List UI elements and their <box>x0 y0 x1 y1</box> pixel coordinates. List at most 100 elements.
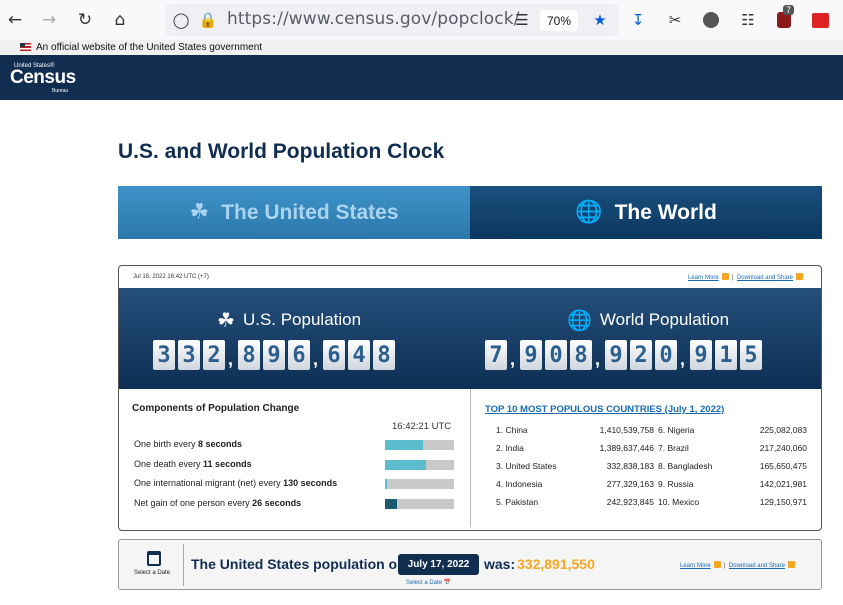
tab-united-states[interactable]: ☘ The United States <box>118 186 470 239</box>
country-population: 1,389,637,446 <box>599 443 654 453</box>
counter-digit: 8 <box>238 340 260 370</box>
select-date-label[interactable]: Select a Date <box>134 570 170 576</box>
counter-comma: , <box>595 349 601 369</box>
component-row: Net gain of one person every 26 seconds <box>134 498 302 508</box>
counter-digit: 6 <box>323 340 345 370</box>
official-banner: An official website of the United States… <box>0 40 843 55</box>
counter-digit: 6 <box>288 340 310 370</box>
top10-title[interactable]: TOP 10 MOST POPULOUS COUNTRIES (July 1, … <box>485 404 724 415</box>
globe-icon: 🌐 <box>567 308 592 332</box>
bookmark-star-icon[interactable]: ★ <box>589 9 611 31</box>
browser-toolbar: ← → ↻ ⌂ ◯ 🔒 https://www.census.gov/popcl… <box>0 0 843 40</box>
avatar[interactable] <box>700 9 722 31</box>
select-date-link[interactable]: Select a Date 📅 <box>406 579 451 586</box>
counter-digit: 3 <box>153 340 175 370</box>
population-on-text: The United States population on <box>191 556 406 572</box>
country-population: 242,923,845 <box>606 497 654 507</box>
page-title: U.S. and World Population Clock <box>118 140 445 163</box>
counter-comma: , <box>313 349 319 369</box>
arrow-icon <box>713 561 721 568</box>
extensions-icon[interactable]: ☷ <box>737 9 759 31</box>
zoom-level[interactable]: 70% <box>540 10 578 31</box>
component-row: One birth every 8 seconds <box>134 439 243 449</box>
counter-comma: , <box>510 349 516 369</box>
shield-icon[interactable]: ◯ <box>170 9 192 31</box>
counter-digit: 9 <box>690 340 712 370</box>
counter-comma: , <box>680 349 686 369</box>
lock-icon[interactable]: 🔒 <box>197 9 219 31</box>
arrow-icon <box>721 273 729 280</box>
country-name: 4. Indonesia <box>496 479 543 489</box>
country-name: 3. United States <box>496 461 557 471</box>
country-population: 277,329,163 <box>606 479 654 489</box>
population-panel: Jul 18, 2022 16:42 UTC (+7) Learn More |… <box>118 265 822 531</box>
component-row: One international migrant (net) every 13… <box>134 478 338 488</box>
country-population: 165,650,475 <box>759 461 807 471</box>
learn-more-link[interactable]: Learn More <box>688 275 719 281</box>
component-progress-bar <box>385 460 454 470</box>
download-share-link[interactable]: Download and Share <box>737 275 793 281</box>
notification-badge: 7 <box>783 5 795 15</box>
country-population: 1,410,539,758 <box>599 425 654 435</box>
arrow-icon <box>787 561 795 568</box>
world-population-counter: 7,908,920,915 <box>485 340 765 370</box>
site-header: United States® Census Bureau <box>0 55 843 100</box>
official-text: An official website of the United States… <box>36 42 263 53</box>
download-share-link[interactable]: Download and Share <box>729 563 785 569</box>
tab-world[interactable]: 🌐 The World <box>470 186 822 239</box>
country-name: 8. Bangladesh <box>658 461 713 471</box>
component-progress-bar <box>385 499 454 509</box>
country-name: 6. Nigeria <box>658 425 695 435</box>
divider <box>183 544 184 586</box>
components-time: 16:42:21 UTC <box>392 421 452 432</box>
url-text[interactable]: https://www.census.gov/popclock/ <box>227 9 520 29</box>
us-map-icon: ☘ <box>189 200 210 225</box>
country-population: 332,838,183 <box>606 461 654 471</box>
us-population-counter: 332,896,648 <box>153 340 398 370</box>
country-name: 1. China <box>496 425 528 435</box>
us-flag-icon <box>20 43 31 51</box>
counter-digit: 2 <box>630 340 652 370</box>
globe-icon: 🌐 <box>575 200 603 225</box>
date-picker-button[interactable]: July 17, 2022 <box>398 554 479 575</box>
timestamp: Jul 18, 2022 16:42 UTC (+7) <box>133 274 209 280</box>
home-icon[interactable]: ⌂ <box>109 9 131 31</box>
reader-view-icon[interactable]: ☰ <box>511 9 533 31</box>
country-population: 129,150,971 <box>759 497 807 507</box>
country-population: 142,021,981 <box>759 479 807 489</box>
counter-digit: 4 <box>348 340 370 370</box>
component-progress-bar <box>385 479 454 489</box>
forward-icon[interactable]: → <box>38 9 60 31</box>
us-map-icon: ☘ <box>217 308 235 332</box>
component-progress-bar <box>385 440 454 450</box>
counter-digit: 5 <box>740 340 762 370</box>
counter-digit: 9 <box>263 340 285 370</box>
population-counters: ☘ U.S. Population 332,896,648 🌐 World Po… <box>119 288 821 389</box>
download-icon[interactable]: ↧ <box>627 9 649 31</box>
counter-comma: , <box>228 349 234 369</box>
calendar-icon[interactable] <box>147 551 161 566</box>
divider <box>470 389 471 527</box>
panel-top-bar: Jul 18, 2022 16:42 UTC (+7) Learn More |… <box>119 266 821 288</box>
us-population-label: ☘ U.S. Population <box>217 308 362 332</box>
country-name: 2. India <box>496 443 524 453</box>
counter-digit: 9 <box>520 340 542 370</box>
arrow-icon <box>796 273 803 280</box>
country-population: 225,082,083 <box>759 425 807 435</box>
counter-digit: 0 <box>545 340 567 370</box>
screenshot-icon[interactable]: ✂ <box>664 9 686 31</box>
was-label: was: <box>484 556 516 572</box>
world-population-label: 🌐 World Population <box>567 308 730 332</box>
country-name: 5. Pakistan <box>496 497 539 507</box>
counter-digit: 8 <box>570 340 592 370</box>
country-name: 7. Brazil <box>658 443 689 453</box>
learn-more-link[interactable]: Learn More <box>680 563 711 569</box>
reload-icon[interactable]: ↻ <box>74 9 96 31</box>
menu-extension-icon[interactable] <box>809 9 831 31</box>
component-row: One death every 11 seconds <box>134 459 252 469</box>
back-icon[interactable]: ← <box>4 9 26 31</box>
counter-digit: 2 <box>203 340 225 370</box>
counter-digit: 1 <box>715 340 737 370</box>
counter-digit: 7 <box>485 340 507 370</box>
counter-digit: 8 <box>373 340 395 370</box>
